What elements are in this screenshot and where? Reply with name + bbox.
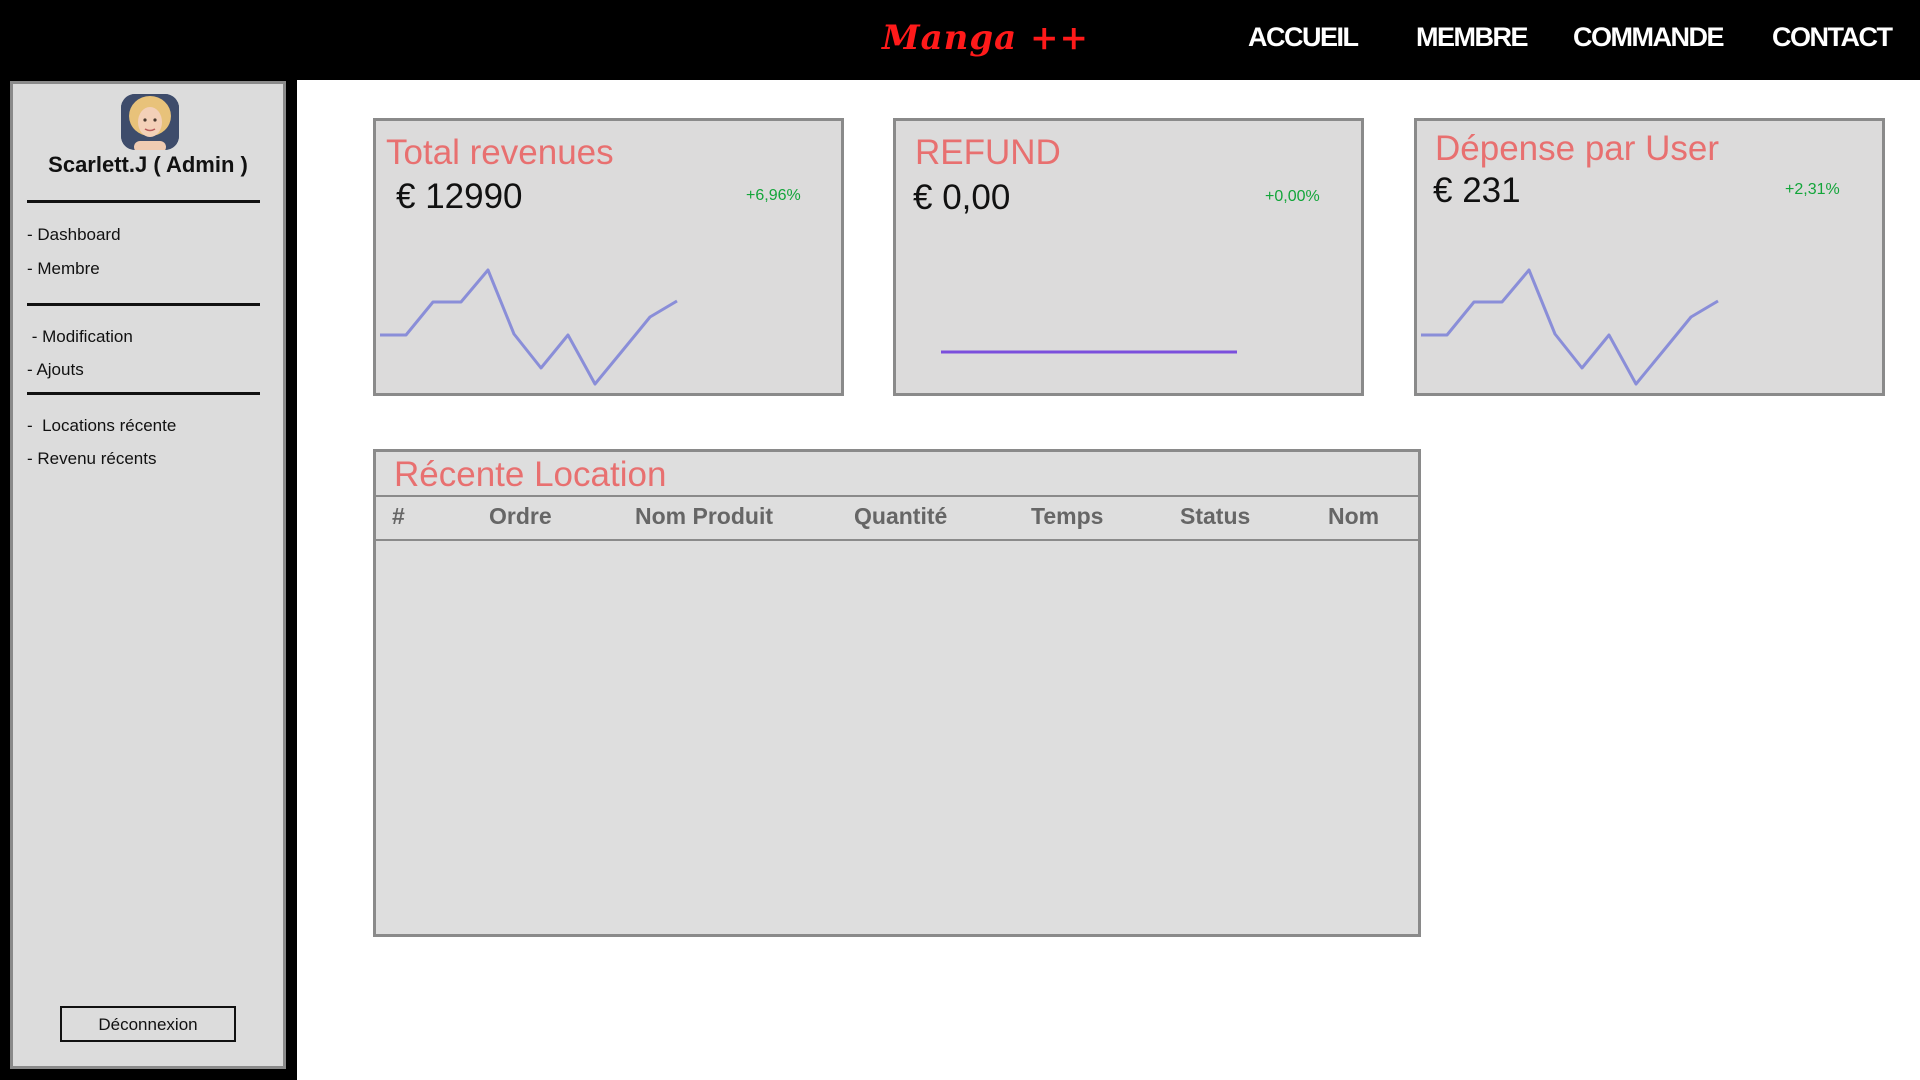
table-title: Récente Location	[394, 455, 667, 494]
user-avatar-icon	[121, 94, 179, 150]
user-name: Scarlett.J ( Admin )	[48, 152, 248, 177]
column-header-number[interactable]: #	[392, 503, 405, 530]
spending-sparkline	[1421, 268, 1719, 386]
sidebar: Scarlett.J ( Admin ) - Dashboard - Membr…	[10, 81, 286, 1069]
sidebar-item-dashboard[interactable]: - Dashboard	[27, 225, 121, 245]
column-header-nom-produit[interactable]: Nom Produit	[635, 503, 773, 530]
sidebar-item-membre[interactable]: - Membre	[27, 259, 100, 279]
sidebar-item-revenu-recents[interactable]: - Revenu récents	[27, 449, 156, 469]
card-total-revenues: Total revenues € 12990 +6,96%	[373, 118, 844, 396]
logout-button[interactable]: Déconnexion	[60, 1006, 236, 1042]
nav-contact[interactable]: CONTACT	[1772, 22, 1893, 53]
revenue-sparkline	[380, 268, 678, 386]
column-header-nom[interactable]: Nom	[1328, 503, 1379, 530]
column-header-quantite[interactable]: Quantité	[854, 503, 947, 530]
top-navbar: Manga ++ ACCUEIL MEMBRE COMMANDE CONTACT	[0, 0, 1920, 80]
column-header-status[interactable]: Status	[1180, 503, 1250, 530]
recent-rentals-table: Récente Location # Ordre Nom Produit Qua…	[373, 449, 1421, 937]
nav-accueil[interactable]: ACCUEIL	[1248, 22, 1359, 53]
column-header-ordre[interactable]: Ordre	[489, 503, 552, 530]
card-refund: REFUND € 0,00 +0,00%	[893, 118, 1364, 396]
sidebar-divider	[27, 303, 260, 306]
refund-sparkline	[941, 350, 1237, 354]
sidebar-divider	[27, 392, 260, 395]
nav-membre[interactable]: MEMBRE	[1416, 22, 1529, 53]
nav-commande[interactable]: COMMANDE	[1573, 22, 1725, 53]
avatar	[121, 94, 179, 150]
table-header-divider	[376, 539, 1418, 541]
brand-logo[interactable]: Manga ++	[882, 18, 1089, 58]
card-depense-par-user: Dépense par User € 231 +2,31%	[1414, 118, 1885, 396]
table-header-divider	[376, 495, 1418, 497]
sidebar-divider	[27, 200, 260, 203]
sidebar-item-ajouts[interactable]: - Ajouts	[27, 360, 84, 380]
sidebar-item-modification[interactable]: - Modification	[27, 327, 133, 347]
column-header-temps[interactable]: Temps	[1031, 503, 1103, 530]
sidebar-item-locations-recente[interactable]: - Locations récente	[27, 416, 176, 436]
